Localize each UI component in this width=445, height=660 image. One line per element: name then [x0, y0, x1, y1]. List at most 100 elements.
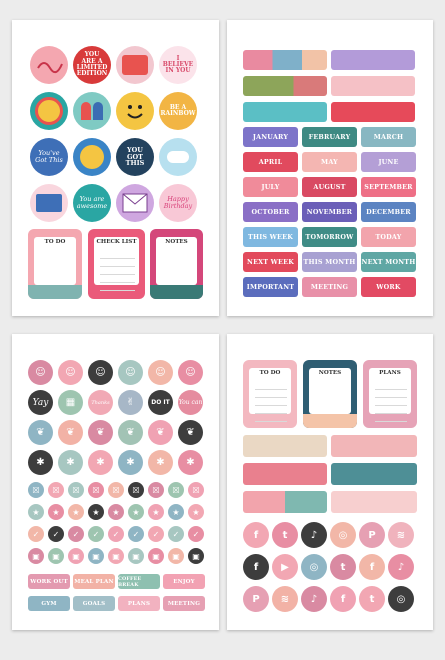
leaf-icon: ❦	[88, 420, 113, 445]
check-box-icon: ☒	[48, 482, 64, 498]
sticker-you-can: You can	[178, 390, 203, 415]
sticker-circle-8: BE A RAINBOW	[159, 92, 197, 130]
lock-icon: ▣	[88, 548, 104, 564]
washi-strip-a	[243, 435, 327, 457]
label-august: AUGUST	[302, 177, 357, 197]
label-important: IMPORTANT	[243, 277, 298, 297]
sticker-circle-3	[116, 46, 154, 84]
check-box-icon: ☒	[88, 482, 104, 498]
check-icon: ✓	[188, 526, 204, 542]
label-this-week: THIS WEEK	[243, 227, 298, 247]
label-meal-plan: MEAL PLAN	[73, 574, 115, 589]
sticker-yay: Yay	[28, 390, 53, 415]
check-icon: ✓	[128, 526, 144, 542]
sticker-circle-envelope	[116, 184, 154, 222]
sticker-circle-1	[30, 46, 68, 84]
washi-strip-b	[331, 435, 417, 457]
facebook-icon: f	[243, 522, 269, 548]
sticker-circle-4: I BELIEVE IN YOU	[159, 46, 197, 84]
sticker-circle-9: You've Got This	[30, 138, 68, 176]
lock-icon: ▣	[28, 548, 44, 564]
sticker-do-it: DO IT	[148, 390, 173, 415]
pinterest-icon: P	[359, 522, 385, 548]
note-card-notes-2: NOTES	[303, 360, 357, 428]
flower-icon: ✱	[148, 450, 173, 475]
star-icon: ★	[28, 504, 44, 520]
washi-strip-5	[243, 102, 327, 122]
check-box-icon: ☒	[108, 482, 124, 498]
sticker-circle-11: YOU GOT THIS	[116, 138, 154, 176]
washi-strip-f	[331, 491, 417, 513]
sticker-circle-people	[73, 92, 111, 130]
label-next-week: NEXT WEEK	[243, 252, 298, 272]
smiley-icon: ☺	[58, 360, 83, 385]
leaf-icon: ❦	[178, 420, 203, 445]
twitter-icon: ▶	[272, 554, 298, 580]
label-january: JANUARY	[243, 127, 298, 147]
smiley-icon: ☺	[118, 360, 143, 385]
note-card-todo-2: TO DO	[243, 360, 297, 428]
smiley-icon: ☺	[148, 360, 173, 385]
spotify-icon: ♪	[388, 554, 414, 580]
check-box-icon: ☒	[188, 482, 204, 498]
sticker-sheet-months: JANUARY FEBRUARY MARCH APRIL MAY JUNE JU…	[227, 20, 433, 316]
sticker-thanks: Thanks	[88, 390, 113, 415]
check-box-icon: ☒	[168, 482, 184, 498]
grid-icon: ▦	[58, 390, 83, 415]
lock-icon: ▣	[148, 548, 164, 564]
washi-strip-1	[243, 50, 327, 70]
check-box-icon: ☒	[128, 482, 144, 498]
instagram-icon: ◎	[330, 522, 356, 548]
washi-strip-2	[331, 50, 415, 70]
label-work-out: WORK OUT	[28, 574, 70, 589]
leaf-icon: ❦	[118, 420, 143, 445]
label-today: TODAY	[361, 227, 416, 247]
sticker-circle-sun	[30, 92, 68, 130]
spotify-icon: ≋	[388, 522, 414, 548]
pinterest-icon: f	[359, 554, 385, 580]
sticker-sheet-quotes: YOU ARE A LIMITED EDITION I BELIEVE IN Y…	[12, 20, 219, 316]
label-coffee-break: COFFEE BREAK	[118, 574, 160, 589]
label-gym: GYM	[28, 596, 70, 611]
check-box-icon: ☒	[148, 482, 164, 498]
star-icon: ★	[168, 504, 184, 520]
spotify-icon: ◎	[388, 586, 414, 612]
label-march: MARCH	[361, 127, 416, 147]
star-icon: ★	[68, 504, 84, 520]
peace-hand-icon: ✌	[118, 390, 143, 415]
label-enjoy: ENJOY	[163, 574, 205, 589]
washi-strip-6	[331, 102, 415, 122]
label-october: OCTOBER	[243, 202, 298, 222]
check-icon: ✓	[148, 526, 164, 542]
note-card-plans: PLANS	[363, 360, 417, 428]
label-february: FEBRUARY	[302, 127, 357, 147]
star-icon: ★	[88, 504, 104, 520]
lock-icon: ▣	[68, 548, 84, 564]
flower-icon: ✱	[58, 450, 83, 475]
leaf-icon: ❦	[58, 420, 83, 445]
twitter-icon: ≋	[272, 586, 298, 612]
pinterest-icon: t	[359, 586, 385, 612]
note-card-notes: NOTES	[150, 229, 203, 299]
sticker-circle-badge	[73, 138, 111, 176]
sticker-circle-16: Happy Birthday	[159, 184, 197, 222]
washi-strip-e	[243, 491, 327, 513]
leaf-icon: ❦	[28, 420, 53, 445]
label-july: JULY	[243, 177, 298, 197]
label-goals: GOALS	[73, 596, 115, 611]
smiley-icon	[127, 105, 143, 119]
star-icon: ★	[48, 504, 64, 520]
check-icon: ✓	[108, 526, 124, 542]
label-meeting-2: MEETING	[163, 596, 205, 611]
smiley-icon: ☺	[28, 360, 53, 385]
washi-strip-d	[331, 463, 417, 485]
facebook-icon: f	[243, 554, 269, 580]
facebook-icon: P	[243, 586, 269, 612]
label-june: JUNE	[361, 152, 416, 172]
sticker-circle-smiley	[116, 92, 154, 130]
smiley-icon: ☺	[88, 360, 113, 385]
label-plans: PLANS	[118, 596, 160, 611]
instagram-icon: f	[330, 586, 356, 612]
note-card-todo: TO DO	[28, 229, 82, 299]
envelope-icon	[122, 193, 148, 213]
